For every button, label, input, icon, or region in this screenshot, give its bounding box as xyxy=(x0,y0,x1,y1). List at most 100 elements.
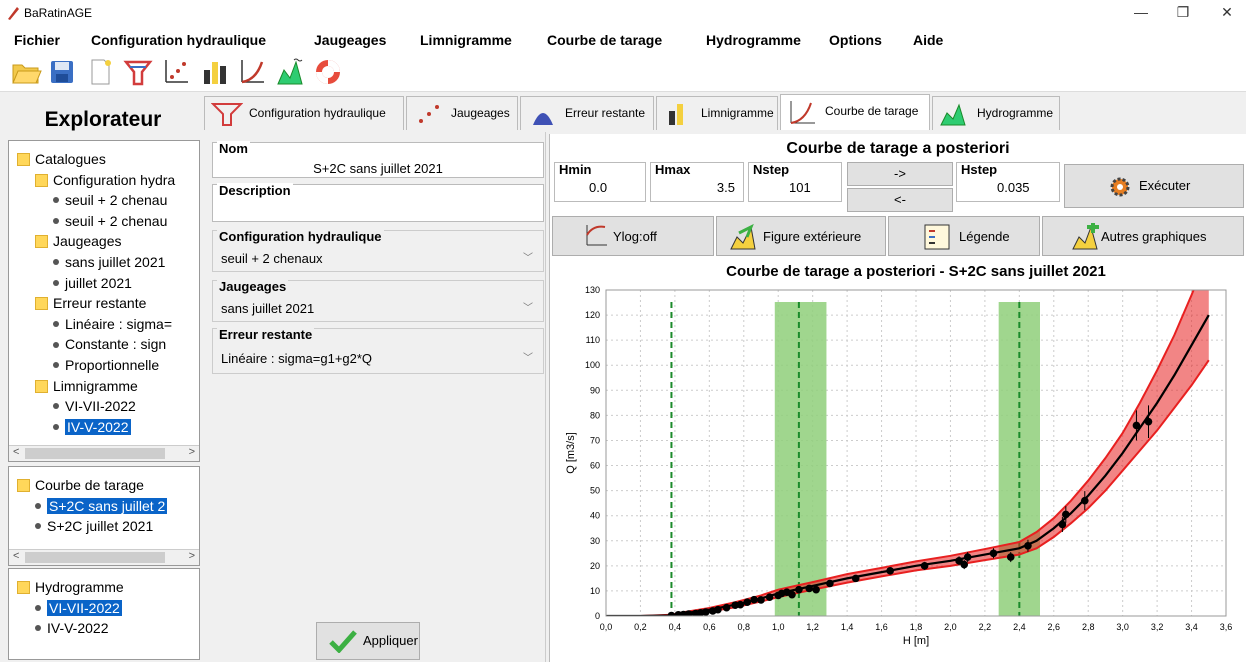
tree-folder[interactable]: Erreur restante xyxy=(35,293,146,313)
tab-label: Configuration hydraulique xyxy=(249,106,386,120)
tree-item[interactable]: sans juillet 2021 xyxy=(53,252,165,272)
tree-item[interactable]: IV-V-2022 xyxy=(53,417,131,437)
tree-item[interactable]: seuil + 2 chenau xyxy=(53,211,167,231)
tree-item[interactable]: VI-VII-2022 xyxy=(53,396,136,416)
y-tick-label: 70 xyxy=(590,435,600,445)
tree-folder[interactable]: Courbe de tarage xyxy=(17,475,144,495)
execute-button[interactable]: Exécuter xyxy=(1064,164,1244,208)
maximize-button[interactable]: ❐ xyxy=(1168,4,1198,24)
bullet-icon xyxy=(53,321,59,328)
hmin-field[interactable]: Hmin 0.0 xyxy=(554,162,646,202)
tree-label: S+2C juillet 2021 xyxy=(47,518,154,535)
tree-item[interactable]: Constante : sign xyxy=(53,334,166,354)
config-select[interactable]: seuil + 2 chenaux ﹀ xyxy=(219,247,539,271)
save-icon[interactable] xyxy=(46,56,78,88)
tab-courbe-de-tarage[interactable]: Courbe de tarage xyxy=(780,94,930,130)
x-tick-label: 2,6 xyxy=(1048,622,1061,632)
rating-curve-tree[interactable]: S+2C juillet 2021 S+2C sans juillet 2 Cour… xyxy=(8,466,200,566)
gauging-point xyxy=(960,560,969,569)
hydrograph-icon[interactable] xyxy=(274,56,306,88)
tree-item[interactable]: VI-VII-2022 xyxy=(35,598,122,618)
chart-title: Courbe de tarage a posteriori - S+2C san… xyxy=(726,263,1106,280)
tab-hydrogramme[interactable]: Hydrogramme xyxy=(932,96,1060,130)
tree-label: Jaugeages xyxy=(53,233,122,250)
tree-horizontal-scrollbar[interactable]: < > xyxy=(9,445,199,461)
folder-icon xyxy=(17,479,30,492)
menu-options[interactable]: Options xyxy=(829,32,882,48)
menu-jaugeages[interactable]: Jaugeages xyxy=(314,32,386,48)
execute-label: Exécuter xyxy=(1139,178,1191,193)
ylog-button[interactable]: Ylog:off xyxy=(552,216,714,256)
erreur-select[interactable]: Linéaire : sigma=g1+g2*Q ﹀ xyxy=(219,347,539,371)
close-button[interactable]: ✕ xyxy=(1212,4,1242,24)
external-figure-button[interactable]: Figure extérieure xyxy=(716,216,886,256)
tree-label: sans juillet 2021 xyxy=(65,254,166,270)
hstep-field[interactable]: Hstep 0.035 xyxy=(956,162,1060,202)
bullet-icon xyxy=(53,403,59,410)
other-plots-button[interactable]: Autres graphiques xyxy=(1042,216,1244,256)
tree-item[interactable]: IV-V-2022 xyxy=(35,618,109,638)
explorer-title: Explorateur xyxy=(44,108,162,131)
new-file-icon[interactable] xyxy=(84,56,116,88)
tab-jaugeages[interactable]: Jaugeages xyxy=(406,96,518,130)
activation-prior-zone xyxy=(774,302,827,616)
catalogue-tree[interactable]: IV-V-2022 VI-VII-2022 Limnigramme Proportio… xyxy=(8,140,200,462)
gauging-point xyxy=(667,611,676,616)
open-folder-icon[interactable] xyxy=(10,56,42,88)
apply-button[interactable]: Appliquer xyxy=(316,622,420,660)
checkmark-icon xyxy=(329,630,357,653)
tree-folder[interactable]: Hydrogramme xyxy=(17,577,124,597)
legend-button[interactable]: Légende xyxy=(888,216,1040,256)
menu-courbe-de-tarage[interactable]: Courbe de tarage xyxy=(547,32,662,48)
arrow-right-button[interactable]: -> xyxy=(847,162,953,186)
ylog-label: Ylog:off xyxy=(613,229,657,244)
gauging-point xyxy=(805,584,814,593)
tree-label: seuil + 2 chenau xyxy=(65,212,168,229)
menu-aide[interactable]: Aide xyxy=(913,32,943,48)
menu-hydrogramme[interactable]: Hydrogramme xyxy=(706,32,801,48)
hmin-value: 0.0 xyxy=(589,180,608,195)
rating-curve-icon[interactable] xyxy=(236,56,268,88)
tree-item[interactable]: S+2C juillet 2021 xyxy=(35,516,153,536)
hydraulic-config-icon[interactable] xyxy=(122,56,154,88)
x-tick-label: 0,8 xyxy=(738,622,751,632)
minimize-button[interactable]: — xyxy=(1126,4,1156,24)
help-lifebuoy-icon[interactable] xyxy=(312,56,344,88)
tree-item[interactable]: Proportionnelle xyxy=(53,355,159,375)
chevron-down-icon: ﹀ xyxy=(523,253,533,264)
tree-folder[interactable]: Jaugeages xyxy=(35,231,122,251)
x-tick-label: 1,0 xyxy=(772,622,785,632)
hstep-label: Hstep xyxy=(961,162,998,177)
limnigraph-icon[interactable] xyxy=(198,56,230,88)
description-input[interactable] xyxy=(217,203,539,219)
tab-limnigramme[interactable]: Limnigramme xyxy=(656,96,778,130)
tree-folder[interactable]: Catalogues xyxy=(17,149,106,169)
bullet-icon xyxy=(35,523,41,530)
tree-item[interactable]: S+2C sans juillet 2 xyxy=(35,496,168,516)
x-tick-label: 1,4 xyxy=(841,622,854,632)
tab-configuration-hydraulique[interactable]: Configuration hydraulique xyxy=(204,96,404,130)
tree-item[interactable]: juillet 2021 xyxy=(53,273,132,293)
tab-erreur-restante[interactable]: Erreur restante xyxy=(520,96,654,130)
limnigraph-icon xyxy=(669,104,683,125)
menu-limnigramme[interactable]: Limnigramme xyxy=(420,32,512,48)
arrow-left-button[interactable]: <- xyxy=(847,188,953,212)
gauging-point xyxy=(702,608,710,616)
gauging-point xyxy=(736,600,745,609)
tree-folder[interactable]: Limnigramme xyxy=(35,376,138,396)
tree-item[interactable]: seuil + 2 chenau xyxy=(53,190,167,210)
jaugeages-select[interactable]: sans juillet 2021 ﹀ xyxy=(219,297,539,321)
tree-horizontal-scrollbar[interactable]: < > xyxy=(9,549,199,565)
hydrograph-tree[interactable]: IV-V-2022 VI-VII-2022 Hydrogramme xyxy=(8,568,200,660)
nstep-field[interactable]: Nstep 101 xyxy=(748,162,842,202)
tree-item[interactable]: Linéaire : sigma= xyxy=(53,314,172,334)
hmax-field[interactable]: Hmax 3.5 xyxy=(650,162,744,202)
menu-fichier[interactable]: Fichier xyxy=(14,32,60,48)
rating-curve-chart[interactable]: Courbe de tarage a posteriori - S+2C san… xyxy=(550,260,1246,662)
menu-configuration-hydraulique[interactable]: Configuration hydraulique xyxy=(91,32,266,48)
y-tick-label: 120 xyxy=(585,310,600,320)
tree-label: Linéaire : sigma= xyxy=(65,315,173,332)
gaugings-icon[interactable] xyxy=(160,56,192,88)
tree-folder[interactable]: Configuration hydra xyxy=(35,170,175,190)
nom-input[interactable]: S+2C sans juillet 2021 xyxy=(213,161,543,176)
